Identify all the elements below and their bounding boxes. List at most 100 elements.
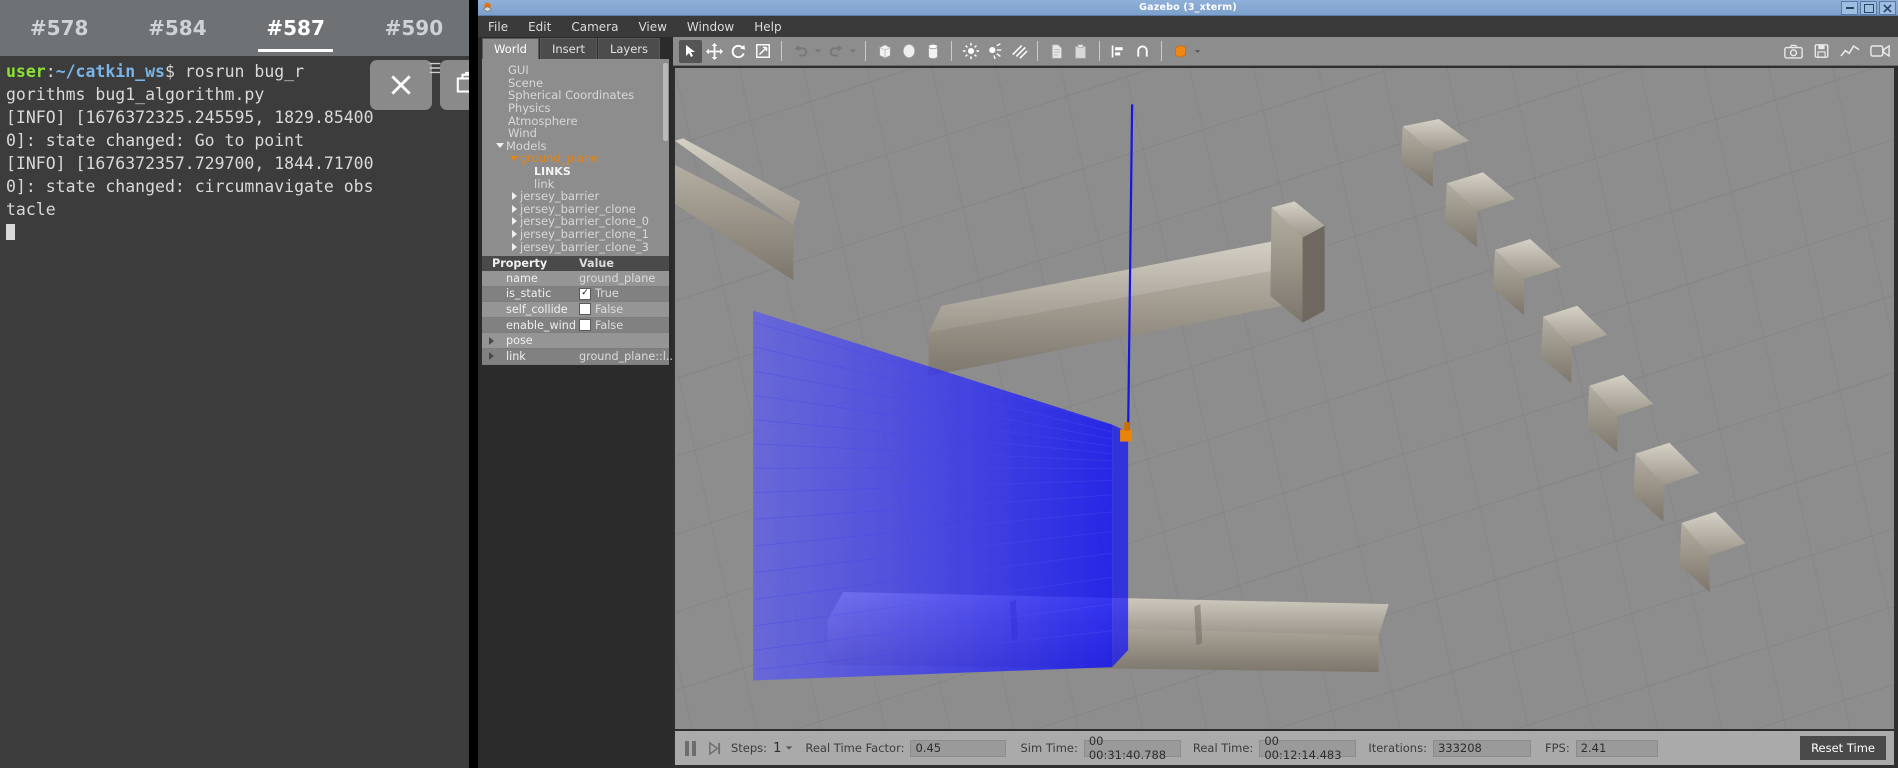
real-time-value: 00 00:12:14.483 <box>1259 734 1357 762</box>
undo-dropdown-button[interactable] <box>813 40 823 63</box>
copy-button[interactable] <box>1045 40 1068 63</box>
chevron-right-icon[interactable] <box>508 217 520 226</box>
chevron-right-icon[interactable] <box>482 352 500 361</box>
steps-value[interactable]: 1 <box>773 741 781 756</box>
close-window-button[interactable] <box>1879 1 1896 15</box>
minimize-button[interactable] <box>1841 1 1858 15</box>
tree-item-link[interactable]: link <box>482 177 669 191</box>
pause-button[interactable] <box>685 740 696 756</box>
toolbar-separator <box>1037 41 1038 61</box>
translate-mode-button[interactable] <box>703 40 726 63</box>
terminal-tab-label: #584 <box>148 16 207 40</box>
tree-item-spherical-coordinates[interactable]: Spherical Coordinates <box>482 88 669 102</box>
tree-item-ground-plane[interactable]: ground_plane <box>482 151 669 165</box>
toolbar-right-group <box>1784 43 1890 59</box>
property-row-self-collide[interactable]: self_collide False <box>482 302 669 318</box>
property-row-link[interactable]: link ground_plane::l... <box>482 348 677 365</box>
chevron-right-icon[interactable] <box>508 242 520 251</box>
property-value: False <box>595 318 624 332</box>
property-key: enable_wind <box>506 318 576 332</box>
terminal-prompt-user: user <box>6 62 46 81</box>
screenshot-icon[interactable] <box>1784 44 1803 59</box>
paste-button[interactable] <box>1069 40 1092 63</box>
chevron-right-icon[interactable] <box>508 192 520 201</box>
view-angle-dropdown[interactable] <box>1193 40 1202 63</box>
menu-edit[interactable]: Edit <box>528 20 551 34</box>
menu-window[interactable]: Window <box>687 20 734 34</box>
terminal-tab-0[interactable]: #578 <box>0 0 118 56</box>
terminal-tab-2[interactable]: #587 <box>237 0 355 56</box>
gazebo-titlebar[interactable]: Gazebo (3_xterm) <box>478 0 1898 16</box>
tab-world[interactable]: World <box>482 38 539 59</box>
menu-file[interactable]: File <box>488 20 508 34</box>
property-row-is-static[interactable]: is_static ✓ True <box>482 286 669 303</box>
step-forward-icon <box>709 741 721 755</box>
tab-insert[interactable]: Insert <box>539 38 597 59</box>
close-icon <box>1883 3 1892 13</box>
step-button[interactable] <box>708 741 721 756</box>
reset-time-button[interactable]: Reset Time <box>1800 736 1886 760</box>
3d-viewport[interactable] <box>675 68 1894 729</box>
tree-item-gui[interactable]: GUI <box>482 63 669 77</box>
redo-button[interactable] <box>824 40 847 63</box>
undo-button[interactable] <box>789 40 812 63</box>
checkbox-unchecked-icon[interactable] <box>579 319 591 332</box>
tree-item-wind[interactable]: Wind <box>482 126 669 140</box>
property-row-enable-wind[interactable]: enable_wind False <box>482 317 669 334</box>
chevron-down-icon <box>1194 49 1201 53</box>
terminal-line-2: 0]: state changed: Go to point <box>6 131 305 150</box>
menu-help[interactable]: Help <box>754 20 781 34</box>
tree-item-scene[interactable]: Scene <box>482 76 669 90</box>
world-tree[interactable]: GUI Scene Spherical Coordinates Physics … <box>482 59 669 256</box>
scene-render <box>675 68 1894 729</box>
chevron-down-icon[interactable] <box>494 143 506 149</box>
record-video-icon[interactable] <box>1870 44 1890 58</box>
checkbox-checked-icon[interactable]: ✓ <box>579 287 591 300</box>
view-angle-button[interactable] <box>1169 40 1192 63</box>
tree-item-atmosphere[interactable]: Atmosphere <box>482 114 669 128</box>
tab-layers[interactable]: Layers <box>597 38 661 59</box>
scale-mode-button[interactable] <box>751 40 774 63</box>
redo-dropdown-button[interactable] <box>848 40 858 63</box>
spot-light-button[interactable] <box>983 40 1006 63</box>
rotate-mode-button[interactable] <box>727 40 750 63</box>
close-button[interactable] <box>370 60 432 110</box>
property-row-pose[interactable]: pose <box>482 333 669 349</box>
menu-camera[interactable]: Camera <box>571 20 618 34</box>
terminal-tab-3[interactable]: #590 <box>355 0 473 56</box>
tree-item-jersey-barrier-clone-1[interactable]: jersey_barrier_clone_1 <box>482 227 669 241</box>
sphere-shape-button[interactable] <box>897 40 920 63</box>
terminal-tab-1[interactable]: #584 <box>118 0 236 56</box>
chevron-right-icon[interactable] <box>482 336 500 345</box>
tree-item-jersey-barrier-clone-0[interactable]: jersey_barrier_clone_0 <box>482 214 669 228</box>
terminal-line-3: [INFO] [1676372357.729700, 1844.71700 <box>6 154 374 173</box>
chevron-right-icon[interactable] <box>508 230 520 239</box>
tree-item-physics[interactable]: Physics <box>482 101 669 115</box>
chevron-right-icon[interactable] <box>508 204 520 213</box>
plot-icon[interactable] <box>1840 44 1860 59</box>
select-mode-button[interactable] <box>679 39 702 63</box>
directional-light-button[interactable] <box>1007 40 1030 63</box>
property-row-name[interactable]: name ground_plane <box>482 271 669 287</box>
point-light-button[interactable] <box>959 40 982 63</box>
terminal-output[interactable]: user:~/catkin_ws$ rosrun bug_r gorithms … <box>0 56 473 768</box>
simulation-status-bar: Steps: 1 Real Time Factor: 0.45 Sim Time… <box>675 731 1894 765</box>
redo-icon <box>829 45 842 57</box>
tree-scrollbar[interactable] <box>663 63 668 141</box>
box-shape-button[interactable] <box>873 40 896 63</box>
tree-item-jersey-barrier-clone-3[interactable]: jersey_barrier_clone_3 <box>482 240 669 254</box>
align-button[interactable] <box>1107 40 1130 63</box>
property-value[interactable]: ground_plane <box>577 272 669 285</box>
checkbox-unchecked-icon[interactable] <box>579 303 591 316</box>
cylinder-shape-button[interactable] <box>921 40 944 63</box>
view-angle-icon <box>1174 44 1187 58</box>
tree-item-jersey-barrier[interactable]: jersey_barrier <box>482 189 669 203</box>
tree-item-models[interactable]: Models <box>482 139 669 153</box>
maximize-button[interactable] <box>1860 1 1877 15</box>
tree-item-jersey-barrier-clone[interactable]: jersey_barrier_clone <box>482 202 669 216</box>
menu-view[interactable]: View <box>638 20 666 34</box>
chevron-down-icon[interactable] <box>508 155 520 161</box>
snap-button[interactable] <box>1131 40 1154 63</box>
save-log-icon[interactable] <box>1813 43 1830 59</box>
chevron-down-icon[interactable] <box>785 744 793 752</box>
